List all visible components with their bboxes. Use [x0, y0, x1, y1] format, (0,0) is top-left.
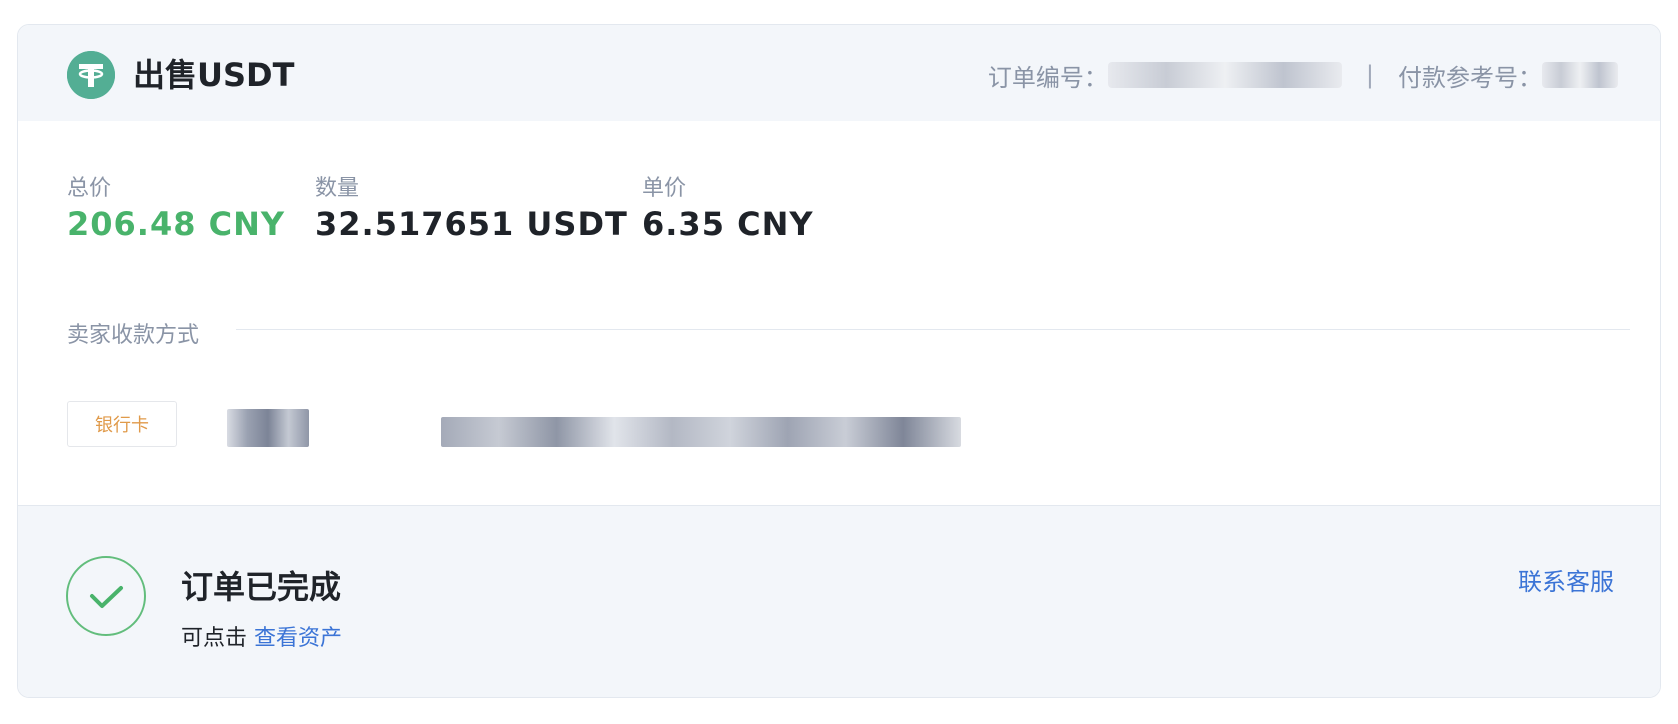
status-hint-prefix: 可点击: [181, 626, 248, 651]
account-holder-redacted: [227, 409, 309, 447]
page-title: 出售USDT: [133, 56, 295, 94]
seller-payment-method-label: 卖家收款方式: [67, 323, 200, 348]
order-number-redacted: [1107, 62, 1342, 88]
payment-reference-label: 付款参考号：: [1398, 63, 1542, 92]
tether-usdt-icon: [67, 51, 115, 99]
quantity-label: 数量: [315, 176, 360, 201]
view-assets-link[interactable]: 查看资产: [254, 626, 342, 651]
check-circle-icon: [66, 556, 146, 636]
contact-support-link[interactable]: 联系客服: [1518, 562, 1614, 597]
order-header: 出售USDT 订单编号： | 付款参考号：: [18, 25, 1660, 121]
section-divider: [236, 329, 1630, 330]
order-card: 出售USDT 订单编号： | 付款参考号： 总价 206.48 CNY 数量 3…: [17, 24, 1661, 698]
unit-price-value: 6.35 CNY: [642, 205, 814, 243]
payment-reference-redacted: [1542, 62, 1618, 88]
total-price-label: 总价: [67, 176, 112, 201]
order-number-label: 订单编号：: [987, 63, 1108, 92]
bank-account-redacted: [441, 417, 961, 447]
order-status-panel: 订单已完成 可点击 查看资产 联系客服: [18, 505, 1660, 697]
meta-separator: |: [1365, 61, 1374, 89]
order-status-title: 订单已完成: [181, 568, 342, 606]
unit-price-label: 单价: [642, 176, 687, 201]
bank-card-badge: 银行卡: [67, 401, 177, 447]
order-meta: 订单编号： | 付款参考号：: [987, 59, 1618, 92]
total-price-value: 206.48 CNY: [67, 205, 286, 243]
status-hint: 可点击 查看资产: [181, 620, 342, 652]
quantity-value: 32.517651 USDT: [315, 205, 628, 243]
